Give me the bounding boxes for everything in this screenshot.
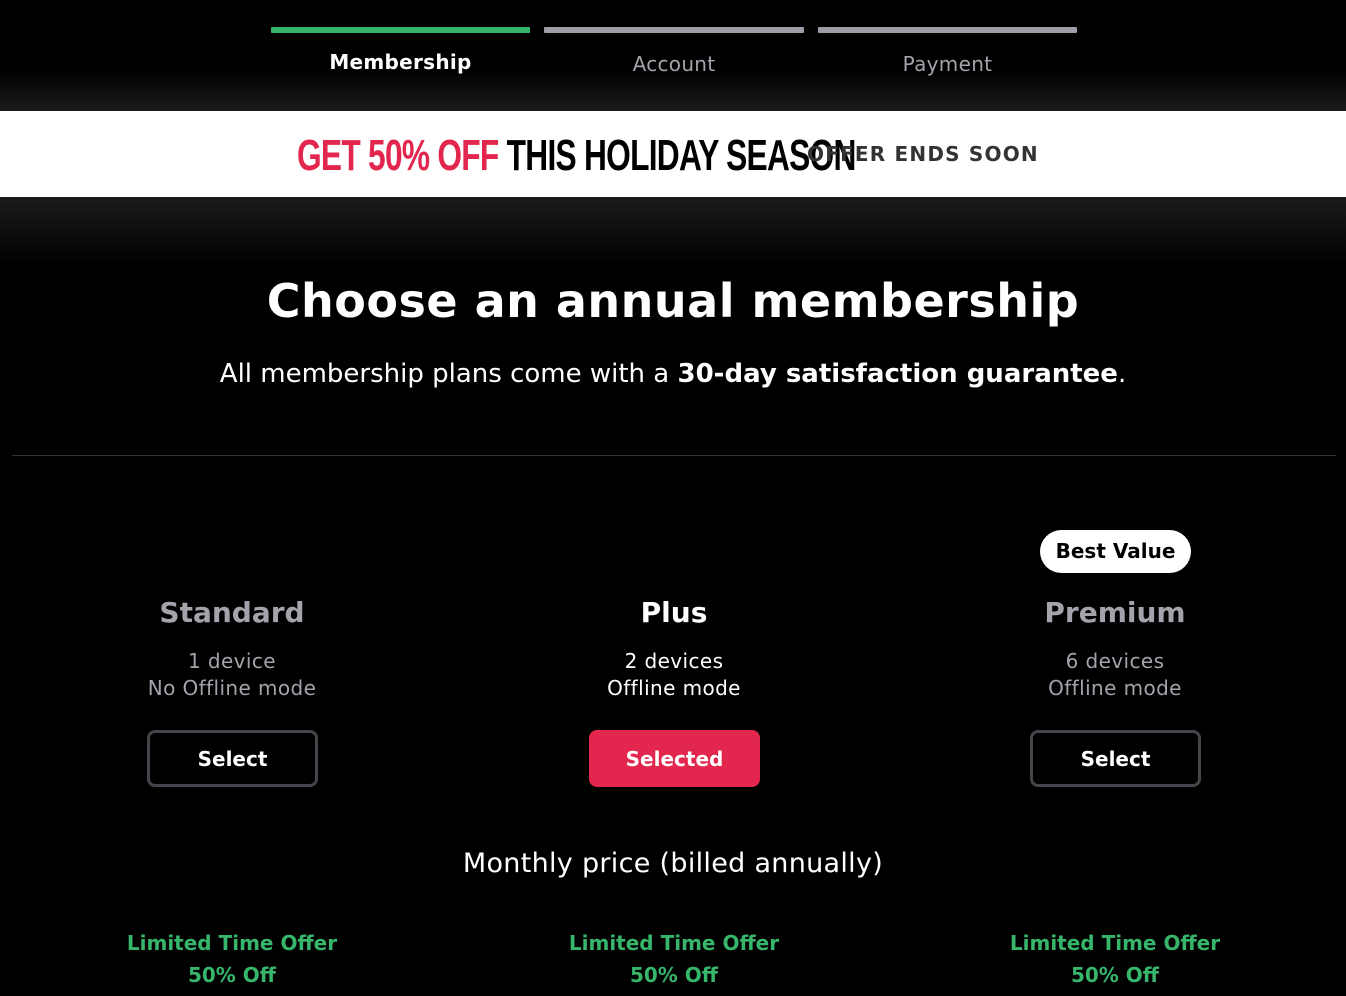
plan-devices: 6 devices <box>1065 649 1165 673</box>
page-title: Choose an annual membership <box>266 274 1080 328</box>
subtitle-prefix: All membership plans come with a <box>219 359 678 389</box>
plan-standard: Standard 1 device No Offline mode Select <box>82 530 382 800</box>
promo-headline: GET 50% OFF THIS HOLIDAY SEASON <box>297 134 856 178</box>
step-account-label: Account <box>632 52 716 76</box>
standard-offer: Limited Time Offer 50% Off <box>82 927 382 991</box>
selected-plus-button[interactable]: Selected <box>589 730 760 787</box>
best-value-badge: Best Value <box>1040 530 1191 573</box>
offer-discount: 50% Off <box>187 963 277 987</box>
signup-stepper: Membership Account Payment <box>0 0 1346 111</box>
plan-offline-mode: No Offline mode <box>147 676 317 700</box>
offer-discount: 50% Off <box>629 963 719 987</box>
step-payment-progress-bar <box>818 27 1077 33</box>
subtitle-suffix: . <box>1117 359 1127 389</box>
subtitle-guarantee: 30-day satisfaction guarantee <box>677 359 1118 389</box>
plus-offer: Limited Time Offer 50% Off <box>524 927 824 991</box>
plan-name: Premium <box>1044 596 1186 629</box>
step-account-progress-bar <box>544 27 804 33</box>
holiday-promo-banner: GET 50% OFF THIS HOLIDAY SEASON OFFER EN… <box>0 111 1346 197</box>
plan-offline-mode: Offline mode <box>607 676 741 700</box>
promo-highlight-text: GET 50% OFF <box>297 131 499 180</box>
step-account[interactable]: Account <box>544 27 804 87</box>
offer-ends-notice: OFFER ENDS SOON <box>807 142 1039 166</box>
step-membership-progress-bar <box>271 27 530 33</box>
step-payment[interactable]: Payment <box>818 27 1077 87</box>
plan-plus: Plus 2 devices Offline mode Selected <box>524 530 824 800</box>
page-subtitle: All membership plans come with a 30-day … <box>0 359 1346 389</box>
monthly-price-heading: Monthly price (billed annually) <box>462 848 884 879</box>
offer-title: Limited Time Offer <box>1009 931 1221 955</box>
plan-name: Plus <box>640 596 708 629</box>
offer-title: Limited Time Offer <box>568 931 780 955</box>
plan-devices: 2 devices <box>624 649 724 673</box>
select-premium-button[interactable]: Select <box>1030 730 1201 787</box>
main-header-gradient <box>0 197 1346 277</box>
step-payment-label: Payment <box>902 52 993 76</box>
plan-devices: 1 device <box>188 649 276 673</box>
premium-offer: Limited Time Offer 50% Off <box>965 927 1265 991</box>
step-membership[interactable]: Membership <box>271 27 530 87</box>
section-divider <box>12 455 1336 456</box>
step-membership-label: Membership <box>329 50 472 74</box>
select-standard-button[interactable]: Select <box>147 730 318 787</box>
offer-discount: 50% Off <box>1070 963 1160 987</box>
plan-name: Standard <box>159 596 305 629</box>
plan-offline-mode: Offline mode <box>1048 676 1182 700</box>
plan-premium: Best Value Premium 6 devices Offline mod… <box>965 530 1265 800</box>
promo-rest-text: THIS HOLIDAY SEASON <box>498 131 857 180</box>
offer-title: Limited Time Offer <box>126 931 338 955</box>
